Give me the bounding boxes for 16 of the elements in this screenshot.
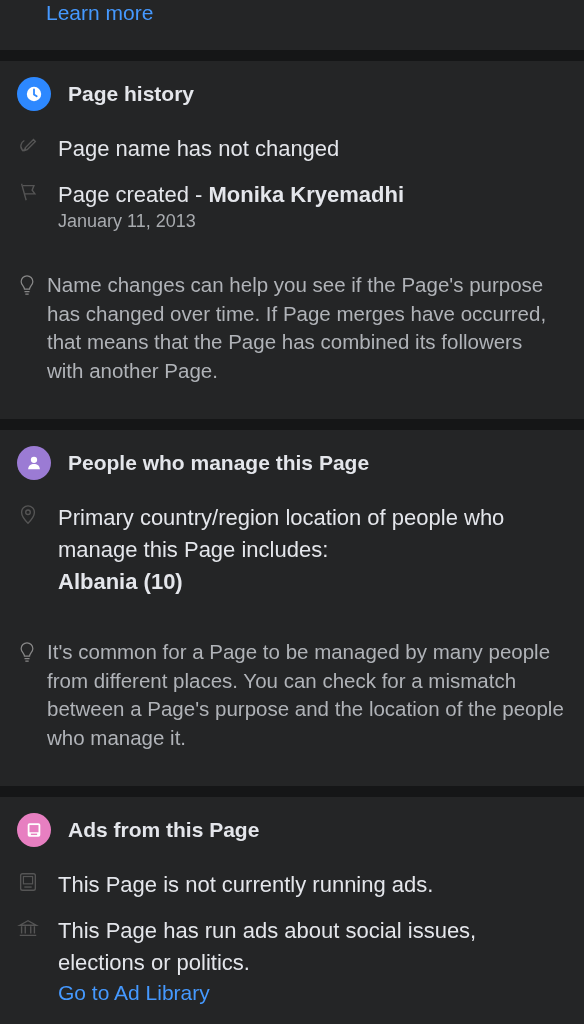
info-text: Page name has not changed	[58, 135, 340, 163]
info-text: This Page is not currently running ads.	[58, 871, 434, 899]
country-text: Albania (10)	[58, 568, 184, 596]
ad-library-link[interactable]: Go to Ad Library	[58, 979, 558, 1007]
bank-icon	[17, 917, 39, 939]
learn-more-link[interactable]: Learn more	[46, 0, 154, 26]
tip-text: Name changes can help you see if the Page's purpose has changed over time. If Page merges have occurred, that means that the Page has combined its followers with another Page.	[47, 272, 548, 384]
info-text: Primary country/region location of people who manage this Page includes:	[58, 504, 506, 564]
info-text: This Page has run ads about social issues, elections or politics.	[58, 917, 478, 977]
section-title: Page history	[68, 82, 195, 106]
section-title: People who manage this Page	[68, 451, 370, 475]
tip-text: It's common for a Page to be managed by many people from different places. You can check for a mismatch between a Page's purpose and the location of the people who manage it.	[47, 639, 565, 751]
date-text: January 11, 2013	[58, 211, 197, 231]
monitor-icon	[17, 871, 39, 893]
info-text: Page created - Monika Kryemadhi	[58, 181, 405, 209]
section-title: Ads from this Page	[68, 818, 260, 842]
